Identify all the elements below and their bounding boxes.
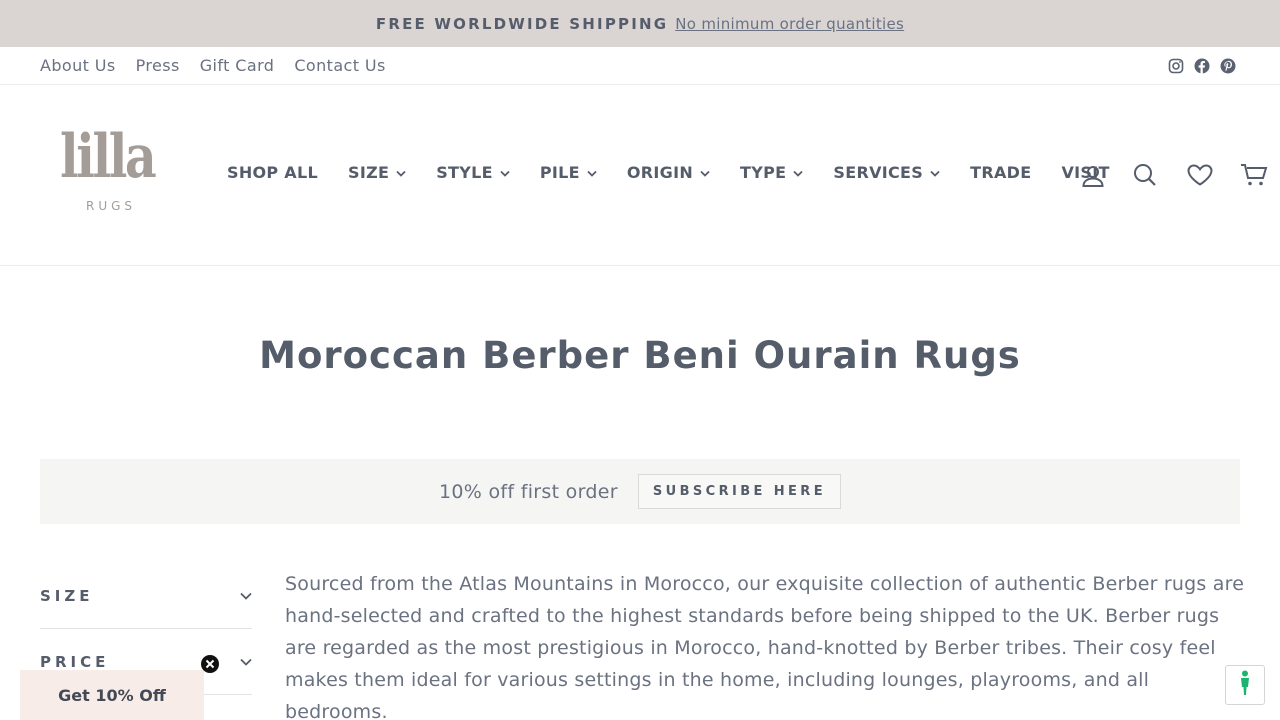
site-header: lilla RUGS SHOP ALL SIZE STYLE PILE ORIG… bbox=[0, 85, 1280, 266]
social-links bbox=[1168, 58, 1240, 74]
announcement-link[interactable]: No minimum order quantities bbox=[675, 15, 904, 33]
facebook-icon[interactable] bbox=[1194, 58, 1210, 74]
discount-tab-label: Get 10% Off bbox=[58, 685, 166, 705]
about-us-link[interactable]: About Us bbox=[40, 56, 116, 75]
nav-shop-all[interactable]: SHOP ALL bbox=[227, 163, 318, 182]
nav-label: SERVICES bbox=[833, 163, 924, 182]
pinterest-icon[interactable] bbox=[1220, 58, 1236, 74]
close-icon[interactable] bbox=[201, 655, 219, 673]
subscribe-button[interactable]: SUBSCRIBE HERE bbox=[637, 474, 841, 509]
collection-description: Sourced from the Atlas Mountains in Moro… bbox=[285, 573, 1245, 720]
filter-size-toggle[interactable]: SIZE bbox=[40, 563, 252, 629]
nav-origin[interactable]: ORIGIN bbox=[627, 163, 710, 182]
logo-wordmark: lilla bbox=[60, 122, 157, 192]
logo-subtitle: RUGS bbox=[86, 199, 137, 213]
accessibility-button[interactable] bbox=[1225, 665, 1265, 705]
nav-size[interactable]: SIZE bbox=[348, 163, 406, 182]
cart-icon[interactable] bbox=[1240, 163, 1268, 187]
utility-bar: About Us Press Gift Card Contact Us bbox=[0, 47, 1280, 85]
page-title: Moroccan Berber Beni Ourain Rugs bbox=[259, 334, 1021, 377]
account-icon[interactable] bbox=[1081, 164, 1105, 188]
nav-label: STYLE bbox=[436, 163, 493, 182]
chevron-down-icon bbox=[500, 170, 510, 177]
nav-label: SIZE bbox=[348, 163, 390, 182]
chevron-down-icon bbox=[396, 170, 406, 177]
chevron-down-icon bbox=[793, 170, 804, 177]
instagram-icon[interactable] bbox=[1168, 58, 1184, 74]
announcement-bar: FREE WORLDWIDE SHIPPING No minimum order… bbox=[0, 0, 1280, 47]
filter-label: PRICE bbox=[40, 652, 110, 671]
nav-label: PILE bbox=[539, 163, 580, 182]
chevron-down-icon bbox=[930, 170, 940, 177]
filter-label: SIZE bbox=[40, 586, 94, 605]
promo-banner: 10% off first order SUBSCRIBE HERE bbox=[40, 459, 1240, 524]
press-link[interactable]: Press bbox=[136, 56, 180, 75]
chevron-down-icon bbox=[240, 658, 252, 666]
nav-pile[interactable]: PILE bbox=[540, 163, 597, 182]
nav-services[interactable]: SERVICES bbox=[833, 163, 940, 182]
chevron-down-icon bbox=[587, 170, 597, 177]
search-icon[interactable] bbox=[1133, 163, 1157, 187]
nav-type[interactable]: TYPE bbox=[740, 163, 804, 182]
gift-card-link[interactable]: Gift Card bbox=[200, 56, 275, 75]
contact-us-link[interactable]: Contact Us bbox=[294, 56, 385, 75]
utility-links: About Us Press Gift Card Contact Us bbox=[40, 56, 386, 75]
chevron-down-icon bbox=[240, 592, 252, 600]
accessibility-icon bbox=[1238, 670, 1252, 700]
nav-label: TRADE bbox=[970, 163, 1032, 182]
nav-trade[interactable]: TRADE bbox=[970, 163, 1031, 182]
announcement-text: FREE WORLDWIDE SHIPPING bbox=[375, 14, 669, 33]
promo-text: 10% off first order bbox=[439, 480, 618, 503]
discount-tab[interactable]: Get 10% Off bbox=[20, 670, 204, 720]
nav-label: ORIGIN bbox=[626, 163, 694, 182]
main-nav: SHOP ALL SIZE STYLE PILE ORIGIN TYPE SER… bbox=[227, 163, 1110, 182]
nav-style[interactable]: STYLE bbox=[436, 163, 510, 182]
chevron-down-icon bbox=[700, 170, 710, 177]
nav-label: TYPE bbox=[740, 163, 787, 182]
site-logo[interactable]: lilla RUGS bbox=[60, 127, 160, 217]
heart-icon[interactable] bbox=[1187, 164, 1213, 186]
nav-label: SHOP ALL bbox=[227, 163, 318, 182]
